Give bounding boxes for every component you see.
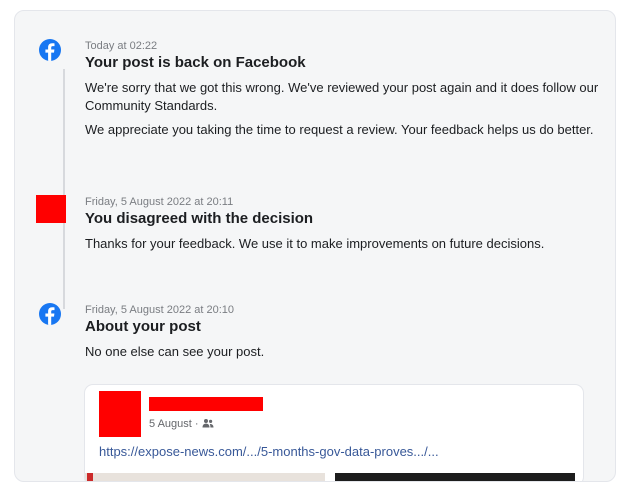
timeline-entry: Friday, 5 August 2022 at 20:11 You disag… <box>85 195 605 259</box>
preview-image-right <box>335 473 575 481</box>
redacted-author-name <box>149 397 263 411</box>
post-meta: 5 August · <box>149 417 214 431</box>
facebook-icon <box>39 39 61 61</box>
facebook-icon <box>39 303 61 325</box>
redacted-post-avatar <box>99 391 141 437</box>
entry-timestamp: Today at 02:22 <box>85 40 158 52</box>
entry-paragraph: No one else can see your post. <box>85 344 265 359</box>
post-date: 5 August · <box>149 418 199 430</box>
post-link[interactable]: https://expose-news.com/.../5-months-gov… <box>99 443 439 461</box>
entry-timestamp: Friday, 5 August 2022 at 20:10 <box>85 304 235 316</box>
entry-paragraph: We're sorry that we got this wrong. We'v… <box>85 80 599 113</box>
entry-title: About your post <box>85 318 201 335</box>
entry-paragraph: We appreciate you taking the time to req… <box>85 122 594 137</box>
preview-image-left <box>85 473 325 481</box>
entry-title: You disagreed with the decision <box>85 210 314 227</box>
entry-title: Your post is back on Facebook <box>85 54 306 71</box>
timeline-entry: Friday, 5 August 2022 at 20:10 About you… <box>85 303 605 367</box>
friends-icon <box>202 418 214 430</box>
timeline-line <box>63 69 65 309</box>
redacted-avatar <box>36 195 66 223</box>
entry-timestamp: Friday, 5 August 2022 at 20:11 <box>85 196 234 208</box>
support-inbox-card: Today at 02:22 Your post is back on Face… <box>14 10 616 482</box>
post-preview-card[interactable]: 5 August · https://expose-news.com/.../5… <box>85 385 583 481</box>
entry-paragraph: Thanks for your feedback. We use it to m… <box>85 236 545 251</box>
timeline-entry: Today at 02:22 Your post is back on Face… <box>85 39 605 145</box>
post-link-preview-image <box>85 473 583 481</box>
